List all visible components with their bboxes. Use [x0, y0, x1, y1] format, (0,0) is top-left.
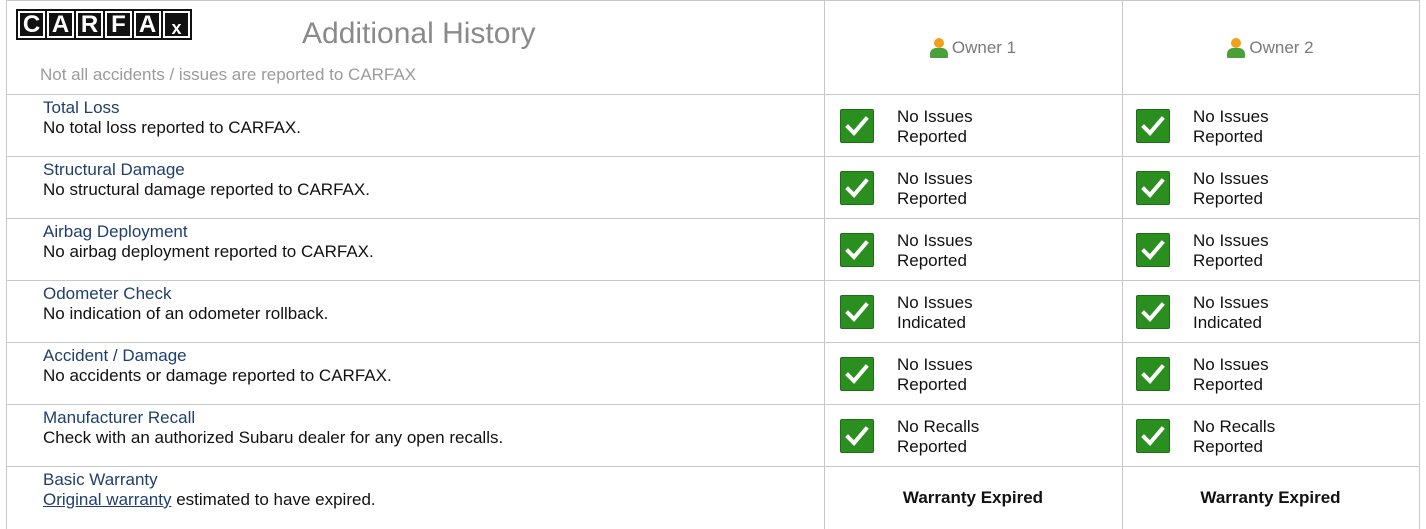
- person-icon: [1227, 37, 1246, 58]
- check-icon: [1136, 171, 1170, 205]
- row-title: Manufacturer Recall: [43, 408, 196, 427]
- check-icon: [840, 357, 874, 391]
- owner-2-header: Owner 2: [1122, 0, 1419, 95]
- check-icon: [840, 171, 874, 205]
- status-owner-1: No Issues Reported: [840, 343, 1120, 405]
- additional-history-table: C A R F A x Additional History Not all a…: [0, 0, 1420, 529]
- person-icon: [929, 37, 948, 58]
- owner-label: Owner 2: [1249, 37, 1314, 57]
- row-description: Original warranty estimated to have expi…: [43, 490, 376, 509]
- check-icon: [1136, 295, 1170, 329]
- status-owner-1: No Recalls Reported: [840, 405, 1120, 467]
- section-title: Additional History: [302, 17, 536, 50]
- check-icon: [840, 419, 874, 453]
- row-description: Check with an authorized Subaru dealer f…: [43, 428, 504, 447]
- status-owner-2: No Issues Reported: [1136, 95, 1416, 157]
- check-icon: [840, 233, 874, 267]
- status-owner-2: No Issues Reported: [1136, 157, 1416, 219]
- carfax-logo: C A R F A x: [16, 9, 192, 40]
- row-title: Total Loss: [43, 98, 120, 117]
- check-icon: [1136, 357, 1170, 391]
- status-text: No Issues Reported: [1193, 169, 1269, 208]
- status-owner-2: No Issues Indicated: [1136, 281, 1416, 343]
- status-owner-1: No Issues Reported: [840, 157, 1120, 219]
- original-warranty-link[interactable]: Original warranty: [43, 490, 172, 509]
- status-text: No Issues Indicated: [897, 293, 973, 332]
- section-subtitle: Not all accidents / issues are reported …: [40, 65, 417, 84]
- row-title: Basic Warranty: [43, 470, 158, 489]
- check-icon: [1136, 233, 1170, 267]
- row-description: No accidents or damage reported to CARFA…: [43, 366, 392, 385]
- row-description: No total loss reported to CARFAX.: [43, 118, 301, 137]
- status-text: No Issues Reported: [897, 169, 973, 208]
- status-owner-2: No Issues Reported: [1136, 343, 1416, 405]
- warranty-status-owner-1: Warranty Expired: [902, 488, 1044, 507]
- status-owner-1: No Issues Reported: [840, 219, 1120, 281]
- row-title: Accident / Damage: [43, 346, 187, 365]
- check-icon: [840, 295, 874, 329]
- status-text: No Issues Reported: [1193, 107, 1269, 146]
- check-icon: [1136, 109, 1170, 143]
- row-title: Odometer Check: [43, 284, 172, 303]
- check-icon: [1136, 419, 1170, 453]
- status-text: No Issues Reported: [897, 107, 973, 146]
- status-text: No Recalls Reported: [897, 417, 980, 456]
- status-text: No Issues Reported: [897, 231, 973, 270]
- row-title: Structural Damage: [43, 160, 185, 179]
- status-text: No Issues Reported: [1193, 231, 1269, 270]
- check-icon: [840, 109, 874, 143]
- owner-label: Owner 1: [951, 37, 1017, 57]
- status-owner-1: No Issues Reported: [840, 95, 1120, 157]
- row-description: No airbag deployment reported to CARFAX.: [43, 242, 374, 261]
- row-description: No indication of an odometer rollback.: [43, 304, 329, 323]
- warranty-status-owner-2: Warranty Expired: [1200, 488, 1341, 507]
- row-description: No structural damage reported to CARFAX.: [43, 180, 370, 199]
- status-text: No Issues Reported: [897, 355, 973, 394]
- status-owner-1: No Issues Indicated: [840, 281, 1120, 343]
- status-text: No Issues Indicated: [1193, 293, 1269, 332]
- status-owner-2: No Issues Reported: [1136, 219, 1416, 281]
- owner-1-header: Owner 1: [824, 0, 1122, 95]
- status-text: No Issues Reported: [1193, 355, 1269, 394]
- row-title: Airbag Deployment: [43, 222, 188, 241]
- status-text: No Recalls Reported: [1193, 417, 1276, 456]
- status-owner-2: No Recalls Reported: [1136, 405, 1416, 467]
